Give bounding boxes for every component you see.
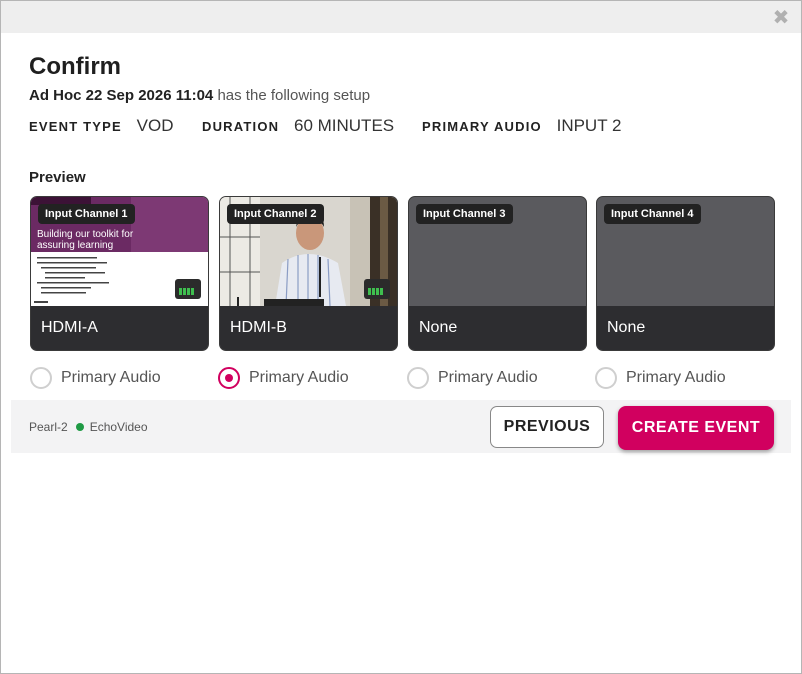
primary-audio-radio-3[interactable] xyxy=(407,367,429,389)
channel-card-1: Building our toolkit for assuring learni… xyxy=(30,196,209,351)
primary-audio-radio-1[interactable] xyxy=(30,367,52,389)
slide-title: Building our toolkit for assuring learni… xyxy=(37,229,134,251)
channel-2-source: HDMI-B xyxy=(220,306,397,350)
service-name: EchoVideo xyxy=(89,420,148,434)
audio-option-label: Primary Audio xyxy=(61,369,161,386)
channel-2-thumbnail: Input Channel 2 xyxy=(220,197,397,306)
dialog-footer: Pearl-2 EchoVideo PREVIOUS CREATE EVENT xyxy=(11,400,791,453)
audio-meter-icon xyxy=(175,279,201,299)
audio-option-label: Primary Audio xyxy=(249,369,349,386)
event-summary: Ad Hoc 22 Sep 2026 11:04 has the followi… xyxy=(29,87,370,104)
audio-option-label: Primary Audio xyxy=(626,369,726,386)
event-name: Ad Hoc 22 Sep 2026 11:04 xyxy=(29,87,214,104)
channel-1-tag: Input Channel 1 xyxy=(38,204,135,224)
duration-label: DURATION xyxy=(202,119,280,134)
channel-card-2: Input Channel 2 HDMI-B xyxy=(219,196,398,351)
device-status: Pearl-2 EchoVideo xyxy=(29,420,148,434)
dialog-header-bar: ✖ xyxy=(1,1,801,33)
primary-audio-label: PRIMARY AUDIO xyxy=(422,119,542,134)
channel-card-4: Input Channel 4 None xyxy=(596,196,775,351)
preview-heading: Preview xyxy=(29,169,86,186)
channel-1-source: HDMI-A xyxy=(31,306,208,350)
channel-1-thumbnail: Building our toolkit for assuring learni… xyxy=(31,197,208,306)
audio-meter-icon xyxy=(364,279,390,299)
channel-4-source-label: None xyxy=(607,319,646,336)
close-icon[interactable]: ✖ xyxy=(771,7,791,27)
channel-1-source-label: HDMI-A xyxy=(41,319,98,336)
primary-audio-value: INPUT 2 xyxy=(556,116,622,135)
channel-card-3: Input Channel 3 None xyxy=(408,196,587,351)
primary-audio-radio-4[interactable] xyxy=(595,367,617,389)
channel-4-thumbnail: Input Channel 4 xyxy=(597,197,774,306)
channel-3-tag: Input Channel 3 xyxy=(416,204,513,224)
event-summary-text: has the following setup xyxy=(217,87,371,104)
status-dot-icon xyxy=(75,423,84,431)
primary-audio-radio-2[interactable] xyxy=(218,367,240,389)
device-name: Pearl-2 xyxy=(29,420,68,434)
dialog-title: Confirm xyxy=(29,53,121,80)
channel-2-tag: Input Channel 2 xyxy=(227,204,324,224)
audio-option-label: Primary Audio xyxy=(438,369,538,386)
channel-4-source: None xyxy=(597,306,774,350)
create-event-button[interactable]: CREATE EVENT xyxy=(618,406,774,450)
channel-3-thumbnail: Input Channel 3 xyxy=(409,197,586,306)
duration-value: 60 MINUTES xyxy=(293,116,395,135)
previous-button[interactable]: PREVIOUS xyxy=(490,406,604,448)
channel-2-source-label: HDMI-B xyxy=(230,319,287,336)
channel-3-source-label: None xyxy=(419,319,458,336)
event-type-label: EVENT TYPE xyxy=(29,119,122,134)
channel-4-tag: Input Channel 4 xyxy=(604,204,701,224)
dialog: ✖ Confirm Ad Hoc 22 Sep 2026 11:04 has t… xyxy=(0,0,802,674)
channel-3-source: None xyxy=(409,306,586,350)
event-type-value: VOD xyxy=(136,116,174,135)
